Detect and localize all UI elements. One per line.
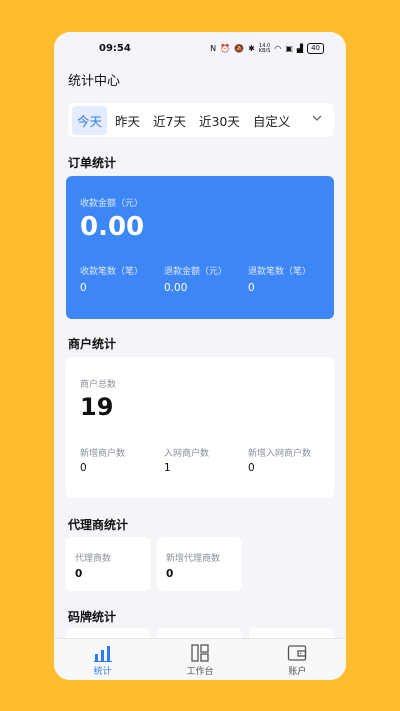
code-card [66, 628, 150, 638]
nav-label: 统计 [93, 667, 112, 677]
bluetooth-icon: ✱ [248, 43, 255, 53]
merchant-total-value: 19 [80, 393, 114, 421]
code-stats-title: 码牌统计 [68, 610, 117, 624]
bar-chart-icon [93, 646, 112, 662]
nfc-icon: N [210, 43, 217, 53]
nav-label: 工作台 [186, 667, 214, 677]
date-tabs: 今天 昨天 近7天 近30天 自定义 [68, 103, 334, 137]
agent-count-value: 0 [75, 568, 83, 580]
agent-count-label: 代理商数 [75, 554, 112, 564]
alarm-icon: ⏰ [220, 43, 231, 53]
nav-item-workbench[interactable]: 工作台 [151, 639, 248, 680]
chevron-down-icon[interactable] [310, 111, 324, 125]
new-agent-card: 新增代理商数 0 [157, 537, 242, 591]
new-agent-value: 0 [166, 568, 174, 580]
mute-icon: 🔕 [234, 43, 245, 53]
code-card [249, 628, 334, 638]
metric-value: 0 [80, 282, 87, 294]
code-card [157, 628, 242, 638]
new-agent-label: 新增代理商数 [166, 554, 221, 564]
tab-last-7-days[interactable]: 近7天 [148, 106, 191, 135]
agent-stats-title: 代理商统计 [68, 518, 129, 532]
battery-icon: 40 [307, 43, 324, 54]
tab-custom[interactable]: 自定义 [248, 106, 296, 135]
status-time: 09:54 [99, 43, 131, 54]
metric-label: 退款笔数（笔） [248, 267, 312, 277]
status-bar: 09:54 N ⏰ 🔕 ✱ 14.0 KB/S ◠ ▣ ▟ 40 [54, 32, 346, 66]
order-stats-card: 收款金额（元） 0.00 收款笔数（笔） 0 退款金额（元） 0.00 退款笔数… [66, 176, 334, 319]
metric-value: 0 [80, 462, 87, 474]
page-title: 统计中心 [68, 74, 121, 89]
metric-label: 新增商户数 [80, 449, 126, 459]
order-stats-title: 订单统计 [68, 156, 117, 170]
nav-item-stats[interactable]: 统计 [54, 639, 151, 680]
metric-label: 退款金额（元） [164, 267, 228, 277]
hd-icon: ▣ [285, 43, 293, 53]
nav-item-account[interactable]: 账户 [249, 639, 346, 680]
metric-label: 入网商户数 [164, 449, 210, 459]
tab-yesterday[interactable]: 昨天 [110, 106, 145, 135]
signal-icon: ▟ [296, 43, 304, 53]
amount-label: 收款金额（元） [80, 199, 144, 209]
tab-today[interactable]: 今天 [72, 105, 108, 135]
metric-value: 0 [248, 282, 255, 294]
merchant-stats-title: 商户统计 [68, 337, 117, 351]
merchant-total-label: 商户总数 [80, 380, 117, 390]
status-icons: N ⏰ 🔕 ✱ 14.0 KB/S ◠ ▣ ▟ 40 [210, 43, 324, 54]
metric-label: 新增入网商户数 [248, 449, 312, 459]
amount-value: 0.00 [80, 212, 145, 242]
wifi-icon: ◠ [274, 43, 282, 53]
tab-last-30-days[interactable]: 近30天 [194, 106, 245, 135]
nav-label: 账户 [288, 667, 307, 677]
bottom-nav: 统计 工作台 账户 [54, 638, 346, 680]
agent-count-card: 代理商数 0 [66, 537, 150, 591]
grid-icon [191, 644, 209, 662]
metric-value: 1 [164, 462, 171, 474]
metric-label: 收款笔数（笔） [80, 267, 144, 277]
network-speed: 14.0 KB/S [258, 42, 271, 54]
metric-value: 0.00 [164, 282, 188, 294]
wallet-icon [288, 645, 307, 661]
phone-screen: 09:54 N ⏰ 🔕 ✱ 14.0 KB/S ◠ ▣ ▟ 40 统计中心 今天… [54, 32, 346, 680]
metric-value: 0 [248, 462, 255, 474]
merchant-stats-card: 商户总数 19 新增商户数 0 入网商户数 1 新增入网商户数 0 [66, 357, 334, 498]
